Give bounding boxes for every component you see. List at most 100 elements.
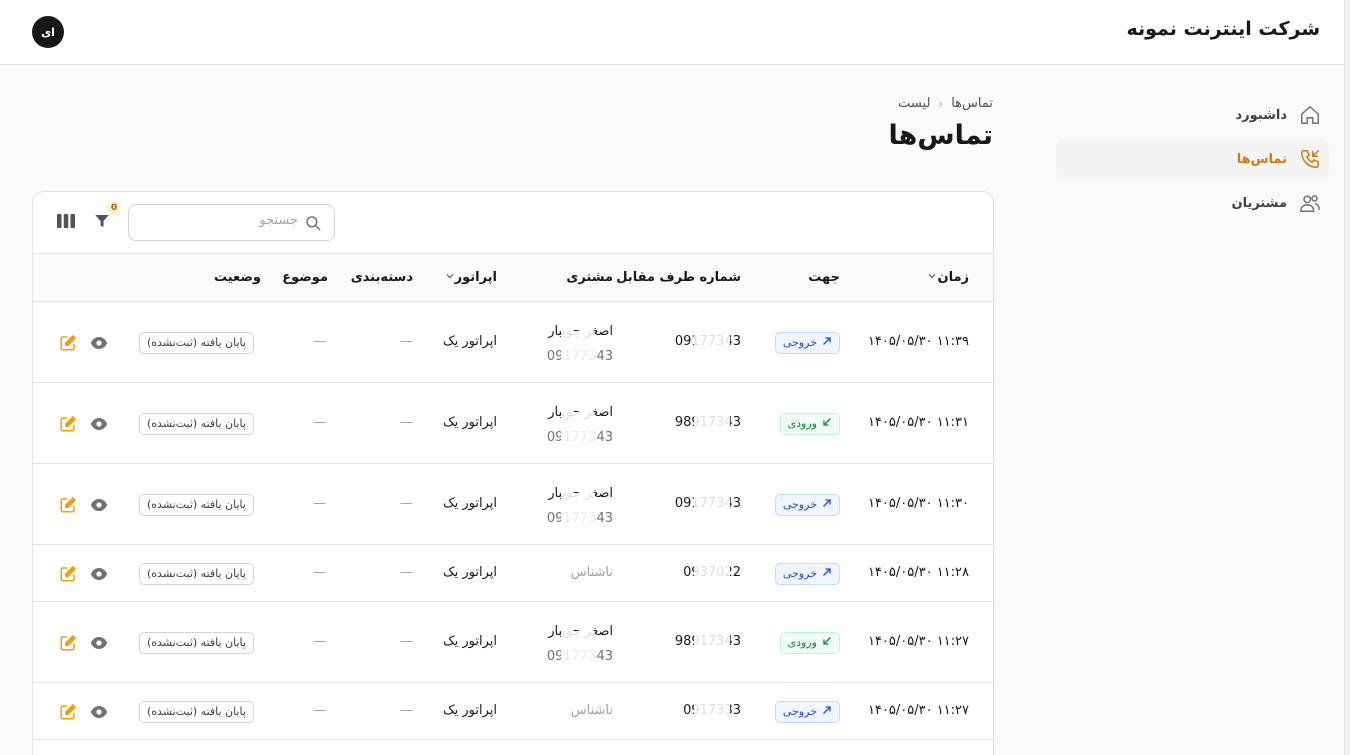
- table-row[interactable]: ۱۴۰۵/۰۵/۳۰ ۱۱:۲۷خروجی0917333ناشناساپراتو…: [33, 683, 993, 740]
- avatar[interactable]: ای: [32, 16, 64, 48]
- arrow-up-right-icon: [822, 498, 832, 511]
- customer-unknown: ناشناس: [570, 564, 613, 580]
- arrow-up-right-icon: [822, 705, 832, 718]
- page-title: تماس‌ها: [888, 120, 994, 151]
- arrow-down-left-icon: [822, 417, 832, 430]
- category-value: —: [400, 633, 413, 649]
- sidebar-item-customers[interactable]: مشتریان: [1056, 183, 1329, 223]
- redaction-mask: [561, 411, 595, 448]
- sidebar-item-label: مشتریان: [1231, 195, 1287, 211]
- view-icon[interactable]: [89, 334, 109, 356]
- subject-value: —: [313, 414, 326, 430]
- direction-badge: خروجی: [774, 331, 840, 354]
- redaction-mask: [694, 555, 730, 592]
- call-time: ۱۴۰۵/۰۵/۳۰ ۱۱:۲۷: [867, 702, 969, 718]
- sidebar-item-label: داشبورد: [1235, 107, 1287, 123]
- category-value: —: [400, 702, 413, 718]
- header-time[interactable]: زمان: [921, 270, 969, 285]
- top-bar: شرکت اینترنت نمونه ای: [0, 0, 1350, 65]
- view-icon[interactable]: [89, 634, 109, 656]
- search-input[interactable]: [148, 213, 298, 228]
- table-header: زمان جهت شماره طرف مقابل مشتری اپراتور د…: [33, 254, 993, 302]
- table-row[interactable]: ۱۴۰۵/۰۵/۳۰ ۱۱:۳۰خروجی09177343اصغر جویبار…: [33, 464, 993, 545]
- chevron-down-icon: [445, 270, 455, 285]
- redaction-mask: [694, 624, 730, 661]
- header-operator[interactable]: اپراتور: [439, 270, 497, 285]
- direction-badge: خروجی: [774, 493, 840, 516]
- home-icon: [1299, 104, 1321, 126]
- operator-name: اپراتور یک: [442, 564, 497, 580]
- direction-badge: خروجی: [774, 562, 840, 585]
- operator-name: اپراتور یک: [442, 633, 497, 649]
- status-badge: پایان یافته (ثبت‌نشده): [139, 562, 254, 585]
- breadcrumb-root[interactable]: تماس‌ها: [951, 96, 993, 111]
- operator-name: اپراتور یک: [442, 333, 497, 349]
- columns-icon[interactable]: [57, 213, 75, 233]
- sidebar-item-calls[interactable]: تماس‌ها: [1056, 139, 1329, 179]
- call-time: ۱۴۰۵/۰۵/۳۰ ۱۱:۳۹: [867, 333, 969, 349]
- subject-value: —: [313, 564, 326, 580]
- status-badge: پایان یافته (ثبت‌نشده): [139, 493, 254, 516]
- filter-count-badge: 0: [107, 201, 121, 215]
- view-icon[interactable]: [89, 415, 109, 437]
- category-value: —: [400, 333, 413, 349]
- table-row[interactable]: ۱۴۰۵/۰۵/۳۰ ۱۱:۲۷ورودی98917343اصغر جویبار…: [33, 602, 993, 683]
- edit-icon[interactable]: [59, 634, 77, 656]
- operator-name: اپراتور یک: [442, 702, 497, 718]
- scrollbar[interactable]: [1344, 0, 1350, 755]
- call-time: ۱۴۰۵/۰۵/۳۰ ۱۱:۳۱: [867, 414, 969, 430]
- users-icon: [1299, 192, 1321, 214]
- header-direction: جهت: [808, 270, 840, 285]
- table-row[interactable]: ۱۴۰۵/۰۵/۳۰ ۱۱:۳۹خروجی09177343اصغر جویبار…: [33, 302, 993, 383]
- header-counterpart: شماره طرف مقابل: [616, 270, 741, 285]
- filter-icon[interactable]: [93, 212, 111, 234]
- table-toolbar: 0: [33, 192, 993, 254]
- redaction-mask: [561, 630, 595, 667]
- category-value: —: [400, 495, 413, 511]
- call-time: ۱۴۰۵/۰۵/۳۰ ۱۱:۲۸: [867, 564, 969, 580]
- redaction-mask: [561, 330, 595, 367]
- edit-icon[interactable]: [59, 703, 77, 725]
- sidebar-item-dashboard[interactable]: داشبورد: [1056, 95, 1329, 135]
- direction-badge: ورودی: [779, 631, 840, 654]
- subject-value: —: [313, 333, 326, 349]
- redaction-mask: [694, 693, 730, 730]
- table-row[interactable]: ۱۴۰۵/۰۵/۳۰ ۱۱:۳۱ورودی98917343اصغر جویبار…: [33, 383, 993, 464]
- redaction-mask: [561, 492, 595, 529]
- redaction-mask: [694, 324, 730, 361]
- subject-value: —: [313, 495, 326, 511]
- subject-value: —: [313, 702, 326, 718]
- chevron-left-icon: ‹: [938, 96, 944, 111]
- view-icon[interactable]: [89, 703, 109, 725]
- direction-badge: ورودی: [779, 412, 840, 435]
- status-badge: پایان یافته (ثبت‌نشده): [139, 700, 254, 723]
- arrow-up-right-icon: [822, 336, 832, 349]
- view-icon[interactable]: [89, 496, 109, 518]
- category-value: —: [400, 564, 413, 580]
- customer-unknown: ناشناس: [570, 702, 613, 718]
- header-category: دسته‌بندی: [350, 270, 413, 285]
- status-badge: پایان یافته (ثبت‌نشده): [139, 631, 254, 654]
- search-box[interactable]: [128, 204, 335, 241]
- category-value: —: [400, 414, 413, 430]
- edit-icon[interactable]: [59, 415, 77, 437]
- header-customer: مشتری: [566, 270, 613, 285]
- breadcrumb-current: لیست: [898, 96, 931, 111]
- phone-incoming-icon: [1299, 148, 1321, 170]
- company-name: شرکت اینترنت نمونه: [1126, 18, 1320, 40]
- table-row[interactable]: ۱۴۰۵/۰۵/۳۰ ۱۱:۲۸خروجی0937022ناشناساپراتو…: [33, 545, 993, 602]
- call-time: ۱۴۰۵/۰۵/۳۰ ۱۱:۳۰: [867, 495, 969, 511]
- arrow-down-left-icon: [822, 636, 832, 649]
- subject-value: —: [313, 633, 326, 649]
- edit-icon[interactable]: [59, 496, 77, 518]
- header-subject: موضوع: [282, 270, 328, 285]
- breadcrumb: تماس‌ها ‹ لیست: [898, 96, 993, 111]
- view-icon[interactable]: [89, 565, 109, 587]
- edit-icon[interactable]: [59, 565, 77, 587]
- header-status: وضعیت: [213, 270, 261, 285]
- arrow-up-right-icon: [822, 567, 832, 580]
- sidebar-item-label: تماس‌ها: [1236, 151, 1287, 167]
- search-icon: [304, 214, 322, 236]
- edit-icon[interactable]: [59, 334, 77, 356]
- direction-badge: خروجی: [774, 700, 840, 723]
